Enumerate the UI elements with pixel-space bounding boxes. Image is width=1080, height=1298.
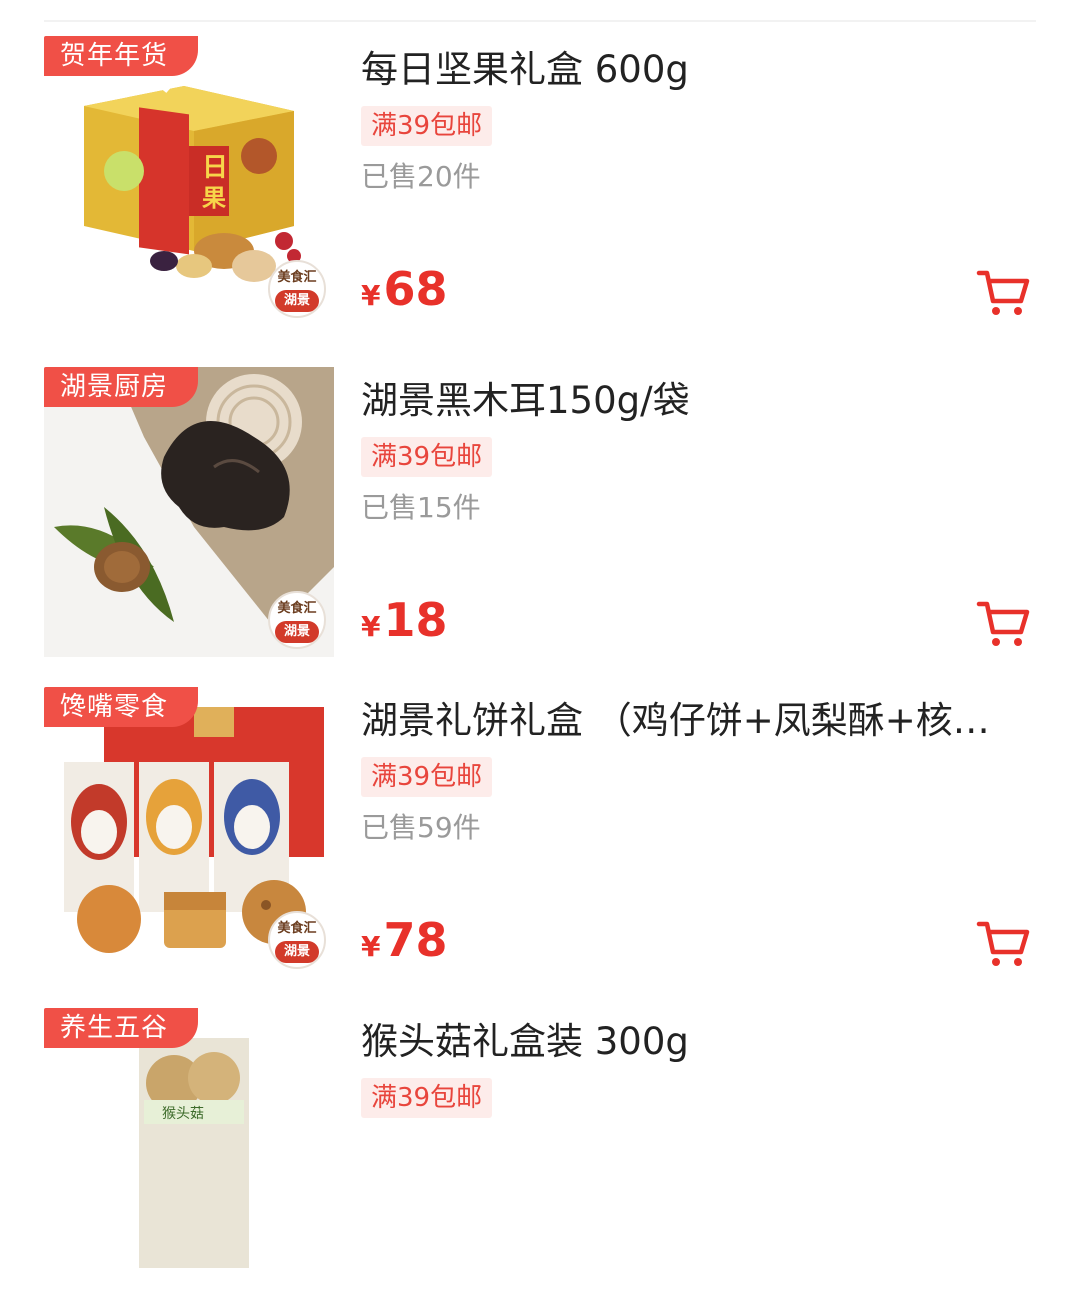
- product-image[interactable]: 贺年年货 日 果 美食汇 湖景: [44, 36, 334, 326]
- product-card[interactable]: 贺年年货 日 果 美食汇 湖景 每日坚果礼盒 600g 满39包邮 已售20件 …: [0, 36, 1080, 326]
- category-tag: 湖景厨房: [44, 367, 199, 407]
- svg-text:日: 日: [202, 153, 228, 183]
- sold-count: 已售20件: [361, 160, 481, 193]
- currency-symbol: ¥: [361, 610, 381, 643]
- product-title[interactable]: 每日坚果礼盒 600g: [361, 46, 1021, 94]
- currency-symbol: ¥: [361, 279, 381, 312]
- promo-badge: 满39包邮: [361, 1078, 493, 1118]
- shopping-cart-icon: [976, 921, 1030, 966]
- add-to-cart-button[interactable]: [975, 916, 1031, 972]
- currency-symbol: ¥: [361, 930, 381, 963]
- price-value: 68: [383, 262, 448, 316]
- mushroom-box-image: 猴头菇: [44, 1008, 334, 1298]
- sold-count: 已售15件: [361, 491, 481, 524]
- product-card[interactable]: 馋嘴零食 美食汇 湖景 湖景礼饼礼盒 （鸡仔饼+凤梨酥+核… 满39包邮 已售5…: [0, 687, 1080, 977]
- brand-logo-top: 美食汇: [277, 921, 317, 936]
- brand-logo-bottom: 湖景: [275, 941, 319, 963]
- shopping-cart-icon: [976, 270, 1030, 315]
- category-tag: 馋嘴零食: [44, 687, 199, 727]
- promo-badge: 满39包邮: [361, 757, 493, 797]
- product-title[interactable]: 湖景礼饼礼盒 （鸡仔饼+凤梨酥+核…: [361, 697, 1021, 745]
- brand-logo-top: 美食汇: [277, 601, 317, 616]
- shopping-cart-icon: [976, 601, 1030, 646]
- product-price: ¥78: [361, 915, 448, 976]
- product-card[interactable]: 养生五谷 猴头菇 猴头菇礼盒装 300g 满39包邮: [0, 1008, 1080, 1298]
- add-to-cart-button[interactable]: [975, 265, 1031, 321]
- image-label: 猴头菇: [162, 1106, 204, 1122]
- promo-badge: 满39包邮: [361, 437, 493, 477]
- price-value: 18: [383, 593, 448, 647]
- promo-badge: 满39包邮: [361, 106, 493, 146]
- product-image[interactable]: 养生五谷 猴头菇: [44, 1008, 334, 1298]
- product-info: 湖景礼饼礼盒 （鸡仔饼+凤梨酥+核… 满39包邮 已售59件 ¥78: [361, 687, 1041, 977]
- brand-logo-bottom: 湖景: [275, 621, 319, 643]
- brand-logo: 美食汇 湖景: [268, 260, 326, 318]
- product-image[interactable]: 馋嘴零食 美食汇 湖景: [44, 687, 334, 977]
- product-info: 猴头菇礼盒装 300g 满39包邮: [361, 1008, 1041, 1298]
- category-tag: 贺年年货: [44, 36, 199, 76]
- product-card[interactable]: 湖景厨房 美食汇 湖景 湖景黑木耳150g/袋 满39包邮 已售15件 ¥18: [0, 367, 1080, 657]
- product-info: 每日坚果礼盒 600g 满39包邮 已售20件 ¥68: [361, 36, 1041, 326]
- product-image[interactable]: 湖景厨房 美食汇 湖景: [44, 367, 334, 657]
- product-title[interactable]: 猴头菇礼盒装 300g: [361, 1018, 1021, 1066]
- svg-text:果: 果: [202, 184, 226, 212]
- product-title[interactable]: 湖景黑木耳150g/袋: [361, 377, 1021, 425]
- brand-logo: 美食汇 湖景: [268, 911, 326, 969]
- product-info: 湖景黑木耳150g/袋 满39包邮 已售15件 ¥18: [361, 367, 1041, 657]
- product-price: ¥18: [361, 595, 448, 656]
- product-list: 贺年年货 日 果 美食汇 湖景 每日坚果礼盒 600g 满39包邮 已售20件 …: [0, 0, 1080, 1298]
- price-value: 78: [383, 913, 448, 967]
- category-tag: 养生五谷: [44, 1008, 199, 1048]
- add-to-cart-button[interactable]: [975, 596, 1031, 652]
- sold-count: 已售59件: [361, 811, 481, 844]
- brand-logo: 美食汇 湖景: [268, 591, 326, 649]
- product-price: ¥68: [361, 264, 448, 325]
- brand-logo-bottom: 湖景: [275, 290, 319, 312]
- brand-logo-top: 美食汇: [277, 270, 317, 285]
